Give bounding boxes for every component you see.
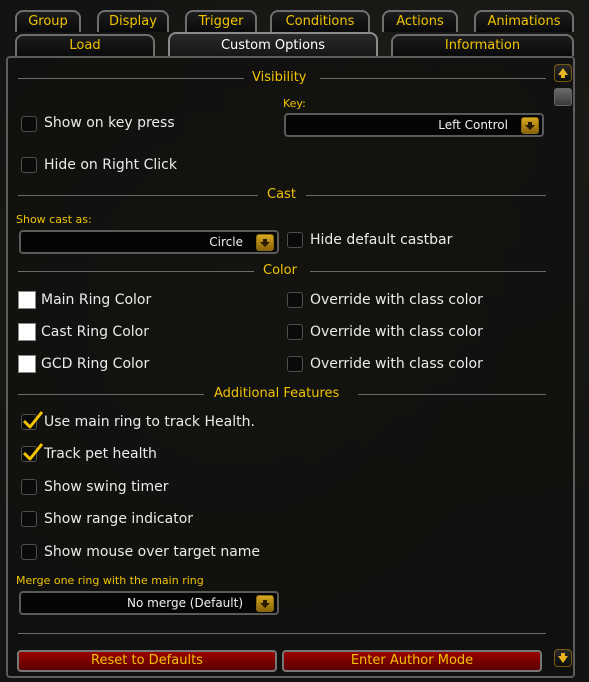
divider [18,78,244,79]
arrow-down-icon [558,653,568,663]
checkmark-icon [22,443,44,461]
show-cast-as-dropdown[interactable]: Circle [19,230,279,254]
track-pet-health-label: Track pet health [44,446,157,462]
divider [310,271,546,272]
tab-custom-options[interactable]: Custom Options [168,32,378,58]
tab-conditions[interactable]: Conditions [270,10,370,32]
divider [18,195,258,196]
dropdown-arrow-icon [256,234,274,251]
mouseover-name-checkbox[interactable] [21,544,37,560]
divider [320,78,546,79]
override-class-color-cast-label: Override with class color [310,324,483,340]
tab-trigger[interactable]: Trigger [185,10,257,32]
override-class-color-main-checkbox[interactable] [287,292,303,308]
track-health-label: Use main ring to track Health. [44,414,255,430]
scroll-down-button[interactable] [554,649,572,667]
key-dropdown[interactable]: Left Control [284,113,544,137]
section-color: Color [263,263,297,278]
hide-on-right-click-label: Hide on Right Click [44,157,177,173]
cast-ring-color-label: Cast Ring Color [41,324,149,340]
key-value: Left Control [438,118,508,132]
arrow-up-icon [558,68,568,78]
dropdown-arrow-icon [256,595,274,612]
divider [18,271,254,272]
hide-on-right-click-checkbox[interactable] [21,157,37,173]
dropdown-arrow-icon [521,117,539,134]
show-cast-as-label: Show cast as: [16,213,92,226]
override-class-color-gcd-checkbox[interactable] [287,356,303,372]
tab-actions[interactable]: Actions [382,10,458,32]
section-visibility: Visibility [252,70,307,85]
section-additional-features: Additional Features [214,386,340,401]
track-pet-health-checkbox[interactable] [21,443,44,462]
main-ring-color-swatch[interactable] [18,291,36,309]
scroll-up-button[interactable] [554,64,572,82]
tab-animations[interactable]: Animations [474,10,574,32]
range-indicator-label: Show range indicator [44,511,194,527]
key-label: Key: [283,97,306,110]
scroll-thumb[interactable] [554,88,572,106]
tab-information[interactable]: Information [391,34,574,56]
cast-ring-color-swatch[interactable] [18,323,36,341]
gcd-ring-color-label: GCD Ring Color [41,356,150,372]
divider [358,394,546,395]
enter-author-mode-button[interactable]: Enter Author Mode [282,650,542,672]
override-class-color-cast-checkbox[interactable] [287,324,303,340]
section-cast: Cast [267,187,296,202]
track-health-checkbox[interactable] [21,411,44,430]
tab-load[interactable]: Load [15,34,155,56]
mouseover-name-label: Show mouse over target name [44,544,261,560]
swing-timer-label: Show swing timer [44,479,169,495]
tab-group[interactable]: Group [15,10,81,32]
show-on-key-press-label: Show on key press [44,115,175,131]
reset-defaults-button[interactable]: Reset to Defaults [17,650,277,672]
show-cast-as-value: Circle [209,235,243,249]
override-class-color-main-label: Override with class color [310,292,483,308]
divider [18,394,204,395]
merge-ring-value: No merge (Default) [127,596,243,610]
merge-ring-label: Merge one ring with the main ring [16,574,204,587]
divider [18,633,546,634]
tab-display[interactable]: Display [97,10,169,32]
range-indicator-checkbox[interactable] [21,511,37,527]
merge-ring-dropdown[interactable]: No merge (Default) [19,591,279,615]
show-on-key-press-checkbox[interactable] [21,116,37,132]
divider [306,195,546,196]
hide-default-castbar-checkbox[interactable] [287,232,303,248]
checkmark-icon [22,411,44,429]
gcd-ring-color-swatch[interactable] [18,355,36,373]
hide-default-castbar-label: Hide default castbar [310,232,453,248]
swing-timer-checkbox[interactable] [21,479,37,495]
main-ring-color-label: Main Ring Color [41,292,152,308]
override-class-color-gcd-label: Override with class color [310,356,483,372]
